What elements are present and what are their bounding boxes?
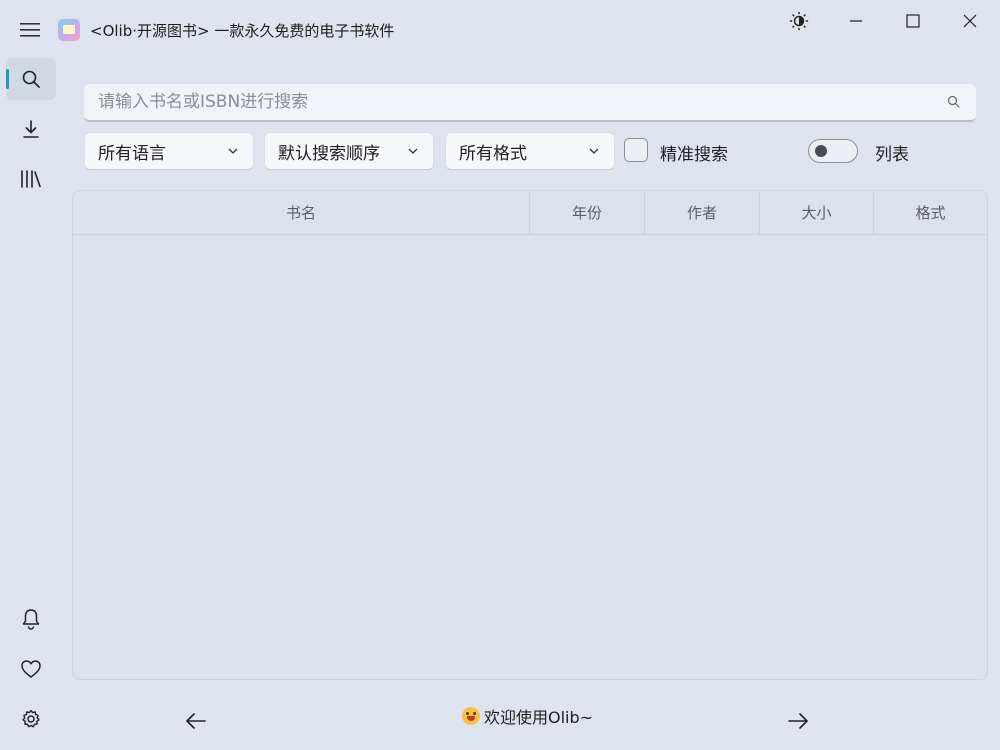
minimize-icon [850,20,862,22]
sidebar-item-favorites[interactable] [6,648,56,690]
hamburger-icon [20,23,40,37]
welcome-text: 欢迎使用Olib~ [484,708,594,727]
gear-icon [22,709,40,728]
close-icon [963,14,977,28]
menu-button[interactable] [10,12,50,48]
exact-search-label: 精准搜索 [660,145,728,165]
arrow-left-icon [186,713,206,729]
library-icon [21,170,41,188]
table-header: 书名 年份 作者 大小 格式 [73,191,987,235]
sidebar-item-library[interactable] [6,158,56,200]
chevron-down-icon [408,148,418,154]
sidebar [0,52,62,750]
title-bar: <Olib·开源图书> 一款永久免费的电子书软件 [0,0,1000,52]
column-header-format[interactable]: 格式 [874,191,987,234]
next-page-button[interactable] [778,706,818,736]
theme-toggle-button[interactable] [776,6,822,36]
chevron-down-icon [589,148,599,154]
maximize-icon [906,14,920,28]
heart-icon [21,660,41,678]
format-dropdown[interactable]: 所有格式 [445,132,615,170]
sidebar-item-settings[interactable] [6,698,56,740]
brightness-icon [789,11,809,31]
sort-order-dropdown-value: 默认搜索顺序 [278,143,380,164]
toggle-knob [815,145,827,157]
welcome-message: 欢迎使用Olib~ [462,704,593,728]
arrow-right-icon [788,713,808,729]
maximize-button[interactable] [890,6,936,36]
language-dropdown[interactable]: 所有语言 [84,132,254,170]
results-table: 书名 年份 作者 大小 格式 [72,190,988,680]
previous-page-button[interactable] [176,706,216,736]
language-dropdown-value: 所有语言 [98,143,166,164]
column-header-author[interactable]: 作者 [645,191,760,234]
column-header-year[interactable]: 年份 [530,191,645,234]
sort-order-dropdown[interactable]: 默认搜索顺序 [264,132,434,170]
list-view-label: 列表 [875,145,909,165]
column-header-title[interactable]: 书名 [73,191,530,234]
search-input[interactable] [84,84,952,120]
app-logo [58,19,80,41]
app-window: <Olib·开源图书> 一款永久免费的电子书软件 请输入书名或ISBN进行搜索 … [0,0,1000,750]
chevron-down-icon [228,148,238,154]
smile-emoji-icon [462,707,480,725]
column-header-size[interactable]: 大小 [760,191,874,234]
sidebar-item-search[interactable] [6,58,56,100]
window-title: <Olib·开源图书> 一款永久免费的电子书软件 [90,22,395,40]
format-dropdown-value: 所有格式 [459,143,527,164]
sidebar-item-download[interactable] [6,108,56,150]
exact-search-checkbox[interactable] [624,138,648,162]
search-icon [22,70,40,88]
download-icon [23,120,39,138]
bell-icon [22,609,40,630]
sidebar-item-notifications[interactable] [6,598,56,640]
search-submit-icon[interactable] [946,94,962,110]
minimize-button[interactable] [833,6,879,36]
close-button[interactable] [947,6,993,36]
list-view-toggle[interactable] [808,139,858,163]
search-bar [84,84,976,122]
